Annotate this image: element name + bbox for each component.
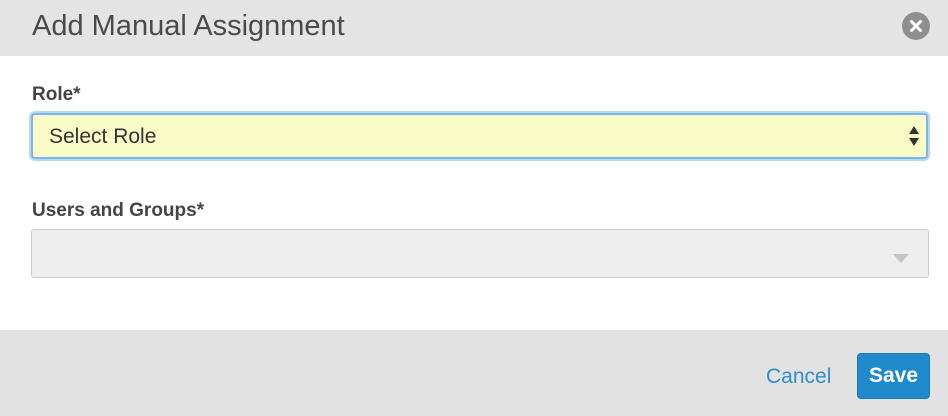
users-and-groups-select[interactable] [31, 229, 929, 278]
chevron-down-icon [893, 250, 909, 268]
close-button[interactable] [902, 12, 930, 40]
dialog-footer: Cancel Save [0, 330, 948, 416]
dialog-body: Role* Select Role Users and Groups* [0, 56, 948, 330]
close-circle-icon [910, 20, 922, 32]
role-select-value: Select Role [49, 125, 157, 148]
users-and-groups-label: Users and Groups* [32, 200, 205, 221]
role-label: Role* [32, 84, 81, 105]
add-manual-assignment-dialog: Add Manual Assignment Role* Select Role … [0, 0, 948, 416]
role-select[interactable]: Select Role [31, 113, 928, 159]
cancel-button[interactable]: Cancel [766, 365, 831, 389]
dialog-title: Add Manual Assignment [32, 10, 345, 42]
save-button[interactable]: Save [857, 353, 930, 399]
select-up-down-arrows-icon [908, 125, 920, 152]
dialog-header: Add Manual Assignment [0, 0, 948, 56]
